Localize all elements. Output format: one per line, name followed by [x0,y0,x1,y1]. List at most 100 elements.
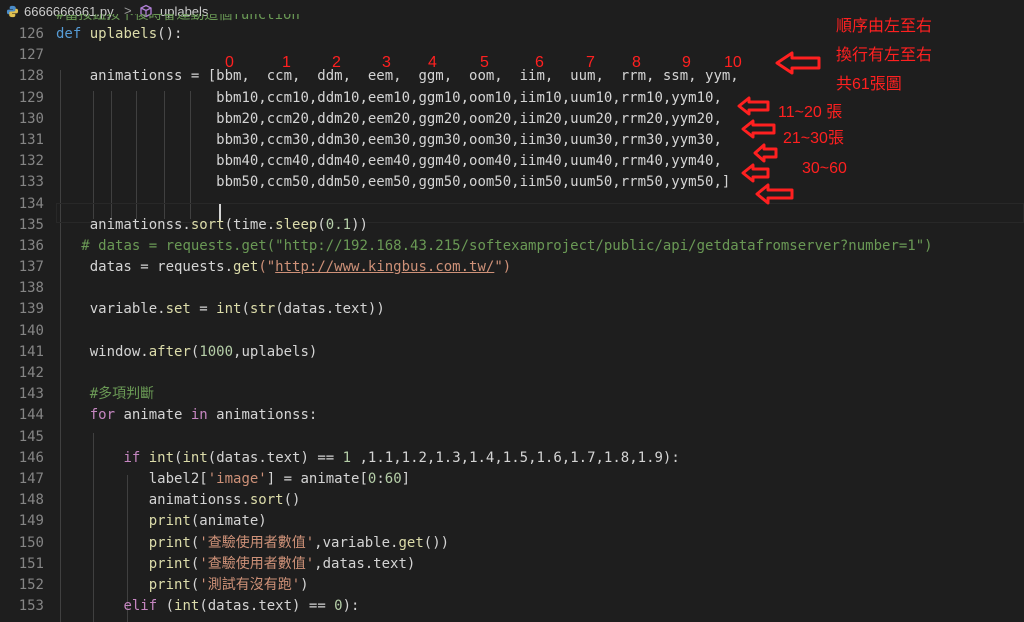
annotation-range: 30~60 [802,160,847,177]
line-number: 153 [18,598,44,615]
code-line[interactable]: print('查驗使用者數值',variable.get()) [56,533,1024,554]
code-line[interactable]: datas = requests.get("http://www.kingbus… [56,257,1024,278]
python-file-icon [6,5,19,18]
line-number: 126 [18,26,44,42]
code-comment: #多項判斷 [89,386,155,403]
code-line[interactable]: bbm30,ccm30,ddm30,eem30,ggm30,oom30,iim3… [56,130,1024,151]
annotation-note: 共61張圖 [836,76,902,93]
code-text: label2[ [148,470,208,487]
code-line[interactable]: print(animate) [56,511,1024,532]
line-number: 127 [18,47,44,64]
code-text: (datas.text)) [275,301,385,318]
index-label: 1 [282,54,291,71]
code-text: : [376,470,385,487]
code-text: = [190,301,217,318]
builtin-name: int [216,301,242,318]
code-text: ,datas.text) [314,555,416,572]
line-number-gutter: 126 127 128 129 130 131 132 133 134 135 … [0,24,44,617]
line-number: 148 [18,492,44,509]
string-literal: '測試有沒有跑' [199,576,301,593]
code-text: ] [401,470,411,487]
code-comment: # datas = requests.get("http://192.168.4… [81,237,933,254]
builtin-name: print [148,555,191,572]
method-name: sort [249,492,284,509]
number-literal: 1000 [199,343,234,360]
keyword: if [123,449,141,466]
method-name: set [165,301,191,318]
line-number: 133 [18,174,44,191]
method-name: get [233,259,259,276]
line-number: 136 [18,237,44,254]
string-literal: '查驗使用者數值' [199,534,315,551]
code-line[interactable]: bbm50,ccm50,ddm50,eem50,ggm50,oom50,iim5… [56,172,1024,193]
code-text: (animate) [190,513,267,530]
code-text: ,1.1,1.2,1.3,1.4,1.5,1.6,1.7,1.8,1.9): [351,449,680,466]
index-label: 5 [480,54,489,71]
index-label: 8 [632,54,641,71]
line-number: 143 [18,386,44,403]
code-line[interactable]: for animate in animationss: [56,405,1024,426]
code-line[interactable] [56,363,1024,384]
number-literal: 0 [334,598,343,615]
code-text: (): [157,26,183,42]
code-text: bbm30,ccm30,ddm30,eem30,ggm30,oom30,iim3… [216,131,722,148]
code-text: animationss: [207,407,318,424]
code-line[interactable] [56,278,1024,299]
code-line[interactable]: print('查驗使用者數值',datas.text) [56,554,1024,575]
code-text: animationss = [bbm, ccm, ddm, eem, ggm, … [89,68,739,85]
line-number: 149 [18,513,44,530]
line-number: 144 [18,407,44,424]
code-text: bbm50,ccm50,ddm50,eem50,ggm50,oom50,iim5… [216,174,731,191]
code-line[interactable]: bbm40,ccm40,ddm40,eem40,ggm40,oom40,iim4… [56,151,1024,172]
code-text: animationss. [89,216,191,233]
line-number: 131 [18,131,44,148]
code-editor[interactable]: def uplabels(): animationss = [bbm, ccm,… [56,24,1024,617]
line-number: 139 [18,301,44,318]
line-number: 145 [18,428,44,445]
line-number: 134 [18,195,44,212]
line-number: 141 [18,343,44,360]
code-line[interactable] [56,194,1024,215]
annotation-note: 順序由左至右 [836,18,933,35]
code-line[interactable] [56,321,1024,342]
code-text: ( [317,216,326,233]
index-label: 2 [332,54,341,71]
red-arrow-icon [737,96,770,116]
code-line[interactable]: elif (int(datas.text) == 0): [56,596,1024,617]
index-label: 3 [382,54,391,71]
method-name: sort [190,216,225,233]
line-number: 132 [18,153,44,170]
code-line[interactable]: if int(int(datas.text) == 1 ,1.1,1.2,1.3… [56,448,1024,469]
red-arrow-icon [741,163,770,183]
code-line[interactable]: variable.set = int(str(datas.text)) [56,299,1024,320]
code-line[interactable]: bbm20,ccm20,ddm20,eem20,ggm20,oom20,iim2… [56,109,1024,130]
code-line[interactable]: label2['image'] = animate[0:60] [56,469,1024,490]
index-label: 4 [428,54,437,71]
string-literal: ") [494,259,512,276]
line-number: 150 [18,534,44,551]
keyword: def [56,26,82,42]
annotation-range: 21~30張 [783,130,844,147]
url-link[interactable]: http://www.kingbus.com.tw/ [275,259,494,275]
line-number: 147 [18,470,44,487]
code-line[interactable]: window.after(1000,uplabels) [56,342,1024,363]
method-name: sleep [275,216,318,233]
code-line[interactable]: animationss.sort() [56,490,1024,511]
line-number: 138 [18,280,44,297]
builtin-name: int [182,449,208,466]
code-line[interactable]: print('測試有沒有跑') [56,575,1024,596]
code-text: bbm10,ccm10,ddm10,eem10,ggm10,oom10,iim1… [216,89,722,106]
method-name: get [398,534,424,551]
builtin-name: str [249,301,276,318]
index-label: 9 [682,54,691,71]
code-text: window. [89,343,149,360]
annotation-note: 換行有左至右 [836,47,933,64]
code-line[interactable] [56,427,1024,448]
code-line[interactable]: #多項判斷 [56,384,1024,405]
red-arrow-icon [775,51,821,75]
code-text: (datas.text) == [199,598,335,615]
code-line[interactable]: animationss.sort(time.sleep(0.1)) [56,215,1024,236]
keyword: for [89,407,116,424]
code-line[interactable]: # datas = requests.get("http://192.168.4… [56,236,1024,257]
